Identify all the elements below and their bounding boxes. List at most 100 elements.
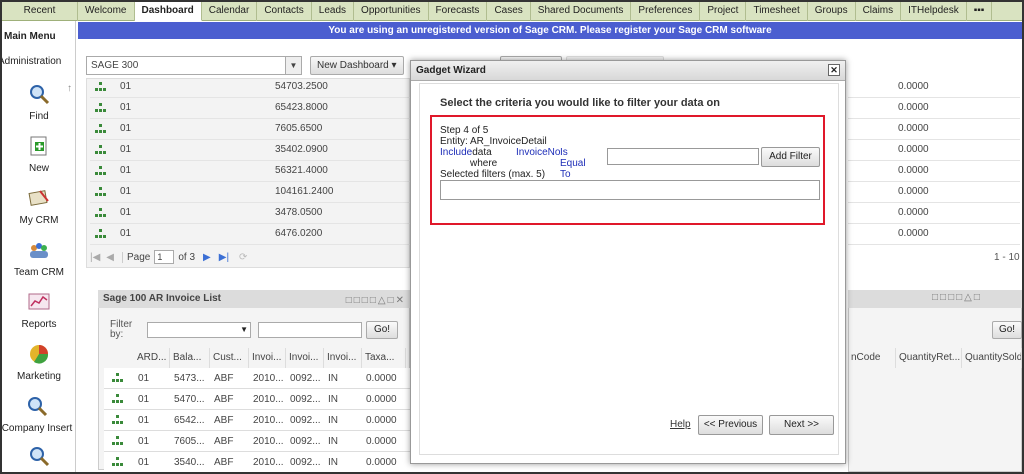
tab-item[interactable]: Welcome: [78, 2, 135, 21]
table-row[interactable]: 01 56321.4000: [90, 161, 410, 182]
table-row[interactable]: 0.0000: [848, 119, 1020, 140]
tab-item[interactable]: Leads: [312, 2, 355, 21]
tab-item[interactable]: Opportunities: [354, 2, 429, 21]
sidebar-item-company-insert[interactable]: Company Insert: [2, 395, 75, 434]
tab-item[interactable]: Timesheet: [746, 2, 808, 21]
sidebar-item-reports[interactable]: Reports: [2, 291, 75, 330]
sidebar-item-marketing[interactable]: Marketing: [2, 343, 75, 382]
column-header[interactable]: Bala...: [170, 348, 210, 368]
column-header[interactable]: Invoi...: [249, 348, 286, 368]
cell: IN: [328, 436, 338, 447]
sidebar-item-team-crm[interactable]: Team CRM: [2, 239, 75, 278]
column-header[interactable]: ARD...: [134, 348, 170, 368]
table-row[interactable]: 01 6476.0200: [90, 224, 410, 245]
tab-item[interactable]: Calendar: [202, 2, 258, 21]
table-row[interactable]: 01 54703.2500: [90, 77, 410, 98]
tab-item[interactable]: Cases: [487, 2, 531, 21]
column-header[interactable]: Invoi...: [324, 348, 362, 368]
cell: 01: [138, 415, 150, 426]
entity-label: Entity: AR_InvoiceDetail: [440, 136, 547, 147]
table-row[interactable]: 0.0000: [848, 98, 1020, 119]
cell: 6476.0200: [275, 228, 323, 239]
table-row[interactable]: 0.0000: [848, 182, 1020, 203]
tab-recent[interactable]: Recent: [2, 2, 78, 21]
table-row[interactable]: 01 6542... ABF 2010... 0092... IN 0.0000: [104, 410, 410, 431]
right-list-panel: [848, 290, 1022, 472]
sidebar-item-find[interactable]: Find: [2, 83, 75, 122]
column-header[interactable]: Invoi...: [286, 348, 324, 368]
tab-item[interactable]: Forecasts: [429, 2, 488, 21]
tab-item[interactable]: ITHelpdesk: [901, 2, 967, 21]
column-header[interactable]: Cust...: [210, 348, 249, 368]
first-page-icon[interactable]: |◀: [90, 252, 100, 263]
filter-field-select[interactable]: ▼: [147, 322, 251, 338]
table-row[interactable]: 01 5470... ABF 2010... 0092... IN 0.0000: [104, 389, 410, 410]
table-row[interactable]: 0.0000: [848, 140, 1020, 161]
table-row[interactable]: 01 3478.0500: [90, 203, 410, 224]
previous-button[interactable]: << Previous: [698, 415, 763, 435]
filter-value-field[interactable]: [607, 148, 759, 165]
sidebar-item-my-crm[interactable]: My CRM: [2, 187, 75, 226]
table-row[interactable]: 0.0000: [848, 203, 1020, 224]
hierarchy-icon: [112, 373, 124, 383]
tab-item[interactable]: Project: [700, 2, 747, 21]
close-icon[interactable]: ✕: [828, 64, 840, 76]
tab-item[interactable]: ▪▪▪: [967, 2, 993, 21]
tab-item[interactable]: Groups: [808, 2, 856, 21]
panel-tool-icons[interactable]: □□□□△□✕: [346, 292, 406, 310]
table-row[interactable]: 01 104161.2400: [90, 182, 410, 203]
cell: 01: [138, 394, 150, 405]
help-link[interactable]: Help: [670, 419, 691, 430]
cell: 01: [120, 123, 132, 134]
table-row[interactable]: 01 7605... ABF 2010... 0092... IN 0.0000: [104, 431, 410, 452]
tab-item[interactable]: Shared Documents: [531, 2, 632, 21]
table-row[interactable]: 01 3540... ABF 2010... 0092... IN 0.0000: [104, 452, 410, 473]
next-page-icon[interactable]: ▶: [203, 252, 211, 263]
cell: 35402.0900: [275, 144, 328, 155]
cell: 0.0000: [898, 144, 929, 155]
sidebar-item-more[interactable]: [2, 445, 75, 472]
tab-item[interactable]: Claims: [856, 2, 902, 21]
chevron-down-icon[interactable]: ▼: [240, 325, 248, 334]
cell: 0.0000: [898, 102, 929, 113]
table-row[interactable]: 0.0000: [848, 161, 1020, 182]
table-row[interactable]: 0.0000: [848, 224, 1020, 245]
table-row[interactable]: 0.0000: [848, 77, 1020, 98]
tab-item[interactable]: Dashboard: [134, 2, 202, 21]
go-button[interactable]: Go!: [366, 321, 398, 339]
add-filter-button[interactable]: Add Filter: [761, 147, 820, 167]
page-input[interactable]: 1: [154, 250, 175, 264]
hierarchy-icon: [95, 229, 107, 239]
new-dashboard-button[interactable]: New Dashboard ▾: [310, 56, 404, 75]
column-header[interactable]: QuantityRet...: [896, 348, 962, 368]
tab-item[interactable]: Preferences: [631, 2, 701, 21]
cell: 56321.4000: [275, 165, 328, 176]
cell: 0092...: [290, 415, 321, 426]
cell: ABF: [214, 373, 234, 384]
cell: 01: [138, 436, 150, 447]
hierarchy-icon: [95, 124, 107, 134]
cell: 01: [120, 102, 132, 113]
column-header[interactable]: QuantitySold: [962, 348, 1022, 368]
selected-filters-label: Selected filters (max. 5): [440, 169, 546, 180]
last-page-icon[interactable]: ▶|: [219, 252, 229, 263]
sidebar-item-administration[interactable]: Administration: [2, 56, 75, 67]
right-go-button[interactable]: Go!: [992, 321, 1022, 339]
chevron-down-icon[interactable]: ▼: [285, 57, 301, 74]
column-header[interactable]: Taxa...: [362, 348, 406, 368]
tab-item[interactable]: Contacts: [257, 2, 312, 21]
next-button[interactable]: Next >>: [769, 415, 834, 435]
refresh-icon[interactable]: ⟳: [239, 252, 247, 263]
table-row[interactable]: 01 35402.0900: [90, 140, 410, 161]
column-header[interactable]: nCode: [848, 348, 896, 368]
table-row[interactable]: 01 65423.8000: [90, 98, 410, 119]
sidebar-item-new[interactable]: New: [2, 135, 75, 174]
prev-page-icon[interactable]: ◀: [106, 252, 114, 263]
dashboard-select[interactable]: SAGE 300 ▼: [86, 56, 302, 75]
filter-value-input[interactable]: [258, 322, 362, 338]
table-row[interactable]: 01 5473... ABF 2010... 0092... IN 0.0000: [104, 368, 410, 389]
cell: 0092...: [290, 394, 321, 405]
selected-filters-box[interactable]: [440, 180, 820, 200]
table-row[interactable]: 01 7605.6500: [90, 119, 410, 140]
panel-tool-icons[interactable]: □□□□△□: [932, 292, 982, 303]
